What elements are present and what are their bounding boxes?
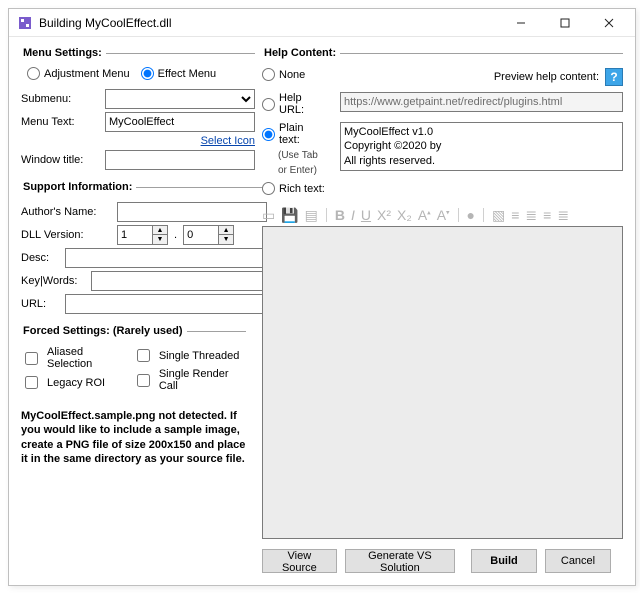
adjustment-menu-radio[interactable]: Adjustment Menu: [27, 67, 130, 80]
dll-version-label: DLL Version:: [21, 229, 111, 241]
subscript-icon[interactable]: X₂: [397, 208, 412, 222]
preview-help-label: Preview help content:: [494, 71, 599, 83]
submenu-label: Submenu:: [21, 93, 99, 105]
window-title: Building MyCoolEffect.dll: [39, 16, 499, 30]
up-icon[interactable]: ▲: [219, 226, 233, 235]
plain-text-radio[interactable]: Plain text:: [262, 122, 326, 146]
menu-text-input[interactable]: [105, 112, 255, 132]
build-button[interactable]: Build: [471, 549, 537, 573]
rich-toolbar: ▭ 💾 ▤ B I U X² X₂ A▴ A▾ ● ▧ ≡ ≣ ≡ ≣: [262, 206, 623, 226]
keywords-input[interactable]: [91, 271, 267, 291]
menu-settings-group: Menu Settings: Adjustment Menu Effect Me…: [21, 47, 255, 173]
superscript-icon[interactable]: X²: [377, 208, 391, 222]
bullet-icon[interactable]: ●: [467, 208, 475, 222]
cancel-button[interactable]: Cancel: [545, 549, 611, 573]
close-button[interactable]: [587, 10, 631, 36]
generate-vs-button[interactable]: Generate VS Solution: [345, 549, 455, 573]
align-right-icon[interactable]: ≡: [543, 208, 551, 222]
underline-icon[interactable]: U: [361, 208, 371, 222]
support-info-legend: Support Information:: [21, 181, 136, 193]
align-left-icon[interactable]: ≡: [511, 208, 519, 222]
down-icon[interactable]: ▼: [153, 235, 167, 244]
forced-settings-group: Forced Settings: (Rarely used) Aliased S…: [21, 325, 246, 395]
plain-text-area[interactable]: MyCoolEffect v1.0 Copyright ©2020 by All…: [340, 122, 623, 171]
forced-settings-legend: Forced Settings: (Rarely used): [21, 325, 187, 337]
window-title-label: Window title:: [21, 154, 99, 166]
version-major-spinner[interactable]: ▲▼: [117, 225, 168, 245]
eraser-icon[interactable]: ▭: [262, 208, 275, 222]
button-bar: View Source Generate VS Solution Build C…: [262, 539, 623, 585]
font-smaller-icon[interactable]: A▾: [437, 208, 450, 222]
select-icon-link[interactable]: Select Icon: [201, 135, 255, 147]
app-icon: [17, 15, 33, 31]
align-center-icon[interactable]: ≣: [525, 208, 537, 222]
menu-text-label: Menu Text:: [21, 116, 99, 128]
maximize-button[interactable]: [543, 10, 587, 36]
help-url-radio[interactable]: Help URL:: [262, 92, 326, 116]
author-input[interactable]: [117, 202, 267, 222]
desc-label: Desc:: [21, 252, 59, 264]
sample-note: MyCoolEffect.sample.png not detected. If…: [21, 409, 246, 466]
keywords-label: Key|Words:: [21, 275, 85, 287]
font-larger-icon[interactable]: A▴: [418, 208, 431, 222]
url-label: URL:: [21, 298, 59, 310]
window-title-input[interactable]: [105, 150, 255, 170]
effect-menu-radio[interactable]: Effect Menu: [141, 67, 217, 80]
url-input[interactable]: [65, 294, 267, 314]
single-render-check[interactable]: Single Render Call: [133, 368, 246, 392]
down-icon[interactable]: ▼: [219, 235, 233, 244]
rich-text-radio[interactable]: Rich text:: [262, 182, 325, 195]
aliased-selection-check[interactable]: Aliased Selection: [21, 346, 125, 370]
desc-input[interactable]: [65, 248, 267, 268]
help-none-radio[interactable]: None: [262, 68, 305, 81]
support-info-group: Support Information: Author's Name: DLL …: [21, 181, 267, 317]
document-icon[interactable]: ▤: [305, 208, 318, 222]
italic-icon[interactable]: I: [351, 208, 355, 222]
align-justify-icon[interactable]: ≣: [557, 208, 569, 222]
preview-help-button[interactable]: ?: [605, 68, 623, 86]
menu-settings-legend: Menu Settings:: [21, 47, 106, 59]
up-icon[interactable]: ▲: [153, 226, 167, 235]
submenu-select[interactable]: [105, 89, 255, 109]
author-label: Author's Name:: [21, 206, 111, 218]
view-source-button[interactable]: View Source: [262, 549, 337, 573]
legacy-roi-check[interactable]: Legacy ROI: [21, 373, 125, 392]
help-url-input[interactable]: [340, 92, 623, 112]
save-icon[interactable]: 💾: [281, 208, 298, 222]
rich-text-editor[interactable]: [262, 226, 623, 539]
dialog-window: Building MyCoolEffect.dll Menu Settings:…: [8, 8, 636, 586]
minimize-button[interactable]: [499, 10, 543, 36]
single-threaded-check[interactable]: Single Threaded: [133, 346, 246, 365]
help-content-legend: Help Content:: [262, 47, 340, 59]
version-minor-spinner[interactable]: ▲▼: [183, 225, 234, 245]
image-icon[interactable]: ▧: [492, 208, 505, 222]
titlebar: Building MyCoolEffect.dll: [9, 9, 635, 37]
bold-icon[interactable]: B: [335, 208, 345, 222]
help-content-group: Help Content: None Preview help content:…: [262, 47, 623, 198]
